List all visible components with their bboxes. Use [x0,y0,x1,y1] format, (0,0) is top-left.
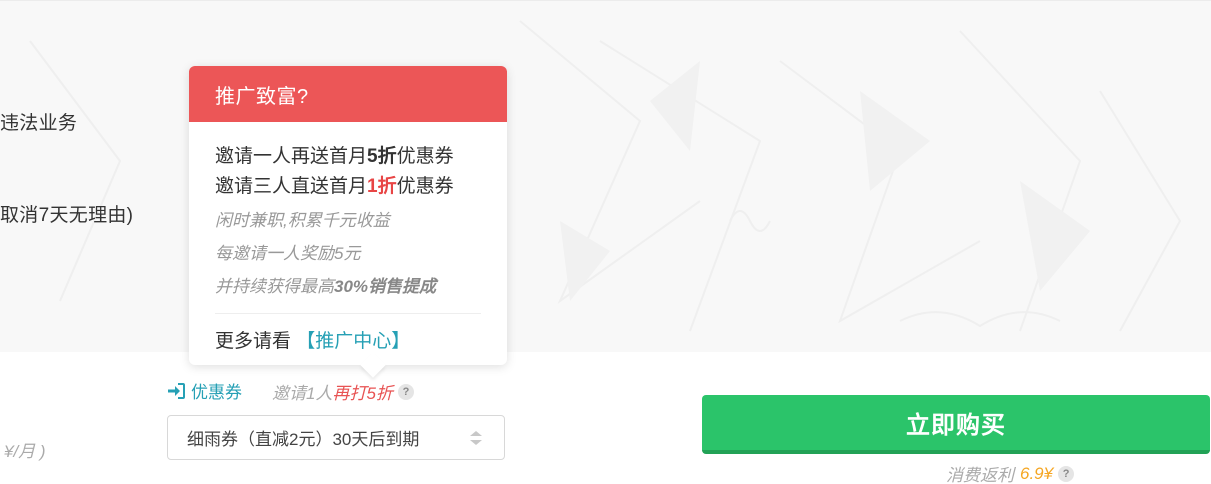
sign-in-arrow-icon [168,382,185,399]
popover-footer: 更多请看 【推广中心】 [215,314,481,353]
invite-one-offer: 邀请一人再送首月5折优惠券 [215,142,481,172]
coupon-link[interactable]: 优惠券 [167,378,242,403]
background-panel: 违法业务 取消7天无理由) [0,0,1211,352]
footer-text: 更多请看 [215,331,292,352]
decorative-pattern [29,20,1182,332]
offer-text: 优惠券 [396,146,454,167]
sort-arrows-icon [470,431,482,445]
invite-discount-hint: 邀请1人 再打5折 ? [272,379,414,404]
invite-hint-highlight: 再打5折 [332,384,393,403]
commission-note: 并持续获得最高30%销售提成 [215,270,481,303]
referral-reward-note: 每邀请一人奖励5元 [215,244,361,263]
rebate-amount: 6.9¥ [1020,463,1054,483]
promotion-popover: 推广致富? 邀请一人再送首月5折优惠券 邀请三人直送首月1折优惠券 闲时兼职,积… [189,66,507,378]
offer-discount: 1折 [367,176,397,197]
promotion-center-link[interactable]: 【推广中心】 [296,331,410,352]
commission-text: 并持续获得最高 [215,277,334,296]
offer-text: 优惠券 [396,176,454,197]
rebate-label: 消费返利 [946,466,1014,484]
offer-discount: 5折 [367,146,397,167]
coupon-link-label: 优惠券 [191,383,242,402]
buy-now-button[interactable]: 立即购买 [702,395,1210,454]
part-time-income-note: 闲时兼职,积累千元收益 [215,211,390,230]
popover-title: 推广致富? [189,66,507,122]
offer-text: 邀请一人再送首月 [215,146,368,167]
commission-rate: 30%销售提成 [334,277,437,296]
offer-text: 邀请三人直送首月 [215,176,368,197]
service-terms-fragment: 违法业务 [0,113,78,134]
invite-hint-prefix: 邀请1人 [272,384,333,403]
cashback-info: 消费返利 6.9¥ ? [946,461,1075,484]
help-icon[interactable]: ? [1058,465,1075,482]
price-fragment: ¥/月 ) [4,442,46,461]
invite-three-offer: 邀请三人直送首月1折优惠券 [215,172,481,202]
refund-policy-fragment: 取消7天无理由) [0,205,134,226]
popover-body: 邀请一人再送首月5折优惠券 邀请三人直送首月1折优惠券 闲时兼职,积累千元收益 … [189,122,507,353]
coupon-select[interactable]: 细雨券（直减2元）30天后到期 [167,415,505,460]
help-icon[interactable]: ? [397,383,414,400]
coupon-select-value: 细雨券（直减2元）30天后到期 [187,430,420,449]
